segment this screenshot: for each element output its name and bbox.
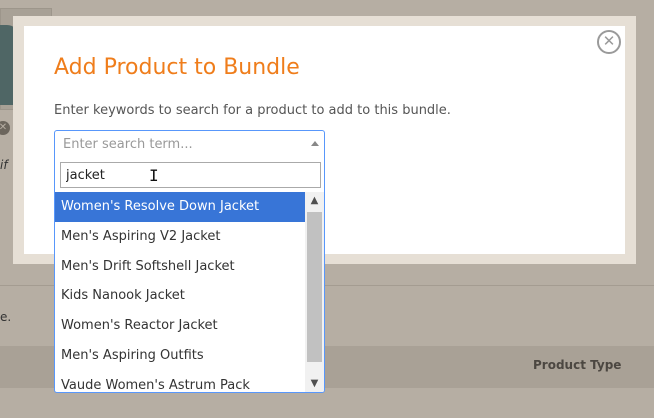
background-text-fragment: if bbox=[0, 158, 8, 172]
modal-description: Enter keywords to search for a product t… bbox=[54, 103, 451, 118]
chevron-up-icon bbox=[311, 141, 319, 146]
product-select[interactable]: Enter search term... bbox=[54, 130, 325, 157]
background-text-fragment-2: e. bbox=[0, 310, 12, 324]
column-header-product-type: Product Type bbox=[533, 358, 622, 372]
search-input[interactable] bbox=[60, 162, 321, 188]
scroll-thumb[interactable] bbox=[307, 212, 322, 362]
select-dropdown: I Women's Resolve Down Jacket Men's Aspi… bbox=[54, 157, 325, 393]
result-item[interactable]: Women's Reactor Jacket bbox=[55, 311, 305, 341]
result-item[interactable]: Women's Resolve Down Jacket bbox=[55, 192, 305, 222]
results-list: Women's Resolve Down Jacket Men's Aspiri… bbox=[55, 192, 305, 392]
remove-icon: ✕ bbox=[0, 121, 10, 135]
result-item[interactable]: Men's Drift Softshell Jacket bbox=[55, 252, 305, 282]
text-cursor-icon: I bbox=[149, 166, 159, 185]
scroll-down-icon[interactable]: ▼ bbox=[305, 375, 324, 392]
close-icon[interactable]: ✕ bbox=[597, 30, 621, 54]
result-item[interactable]: Men's Aspiring Outfits bbox=[55, 341, 305, 371]
select-placeholder: Enter search term... bbox=[63, 137, 193, 152]
result-item[interactable]: Men's Aspiring V2 Jacket bbox=[55, 222, 305, 252]
result-item[interactable]: Vaude Women's Astrum Pack bbox=[55, 371, 305, 392]
scroll-up-icon[interactable]: ▲ bbox=[305, 192, 324, 209]
results-scrollbar[interactable]: ▲ ▼ bbox=[305, 192, 324, 392]
result-item[interactable]: Kids Nanook Jacket bbox=[55, 281, 305, 311]
modal-title: Add Product to Bundle bbox=[54, 55, 300, 80]
